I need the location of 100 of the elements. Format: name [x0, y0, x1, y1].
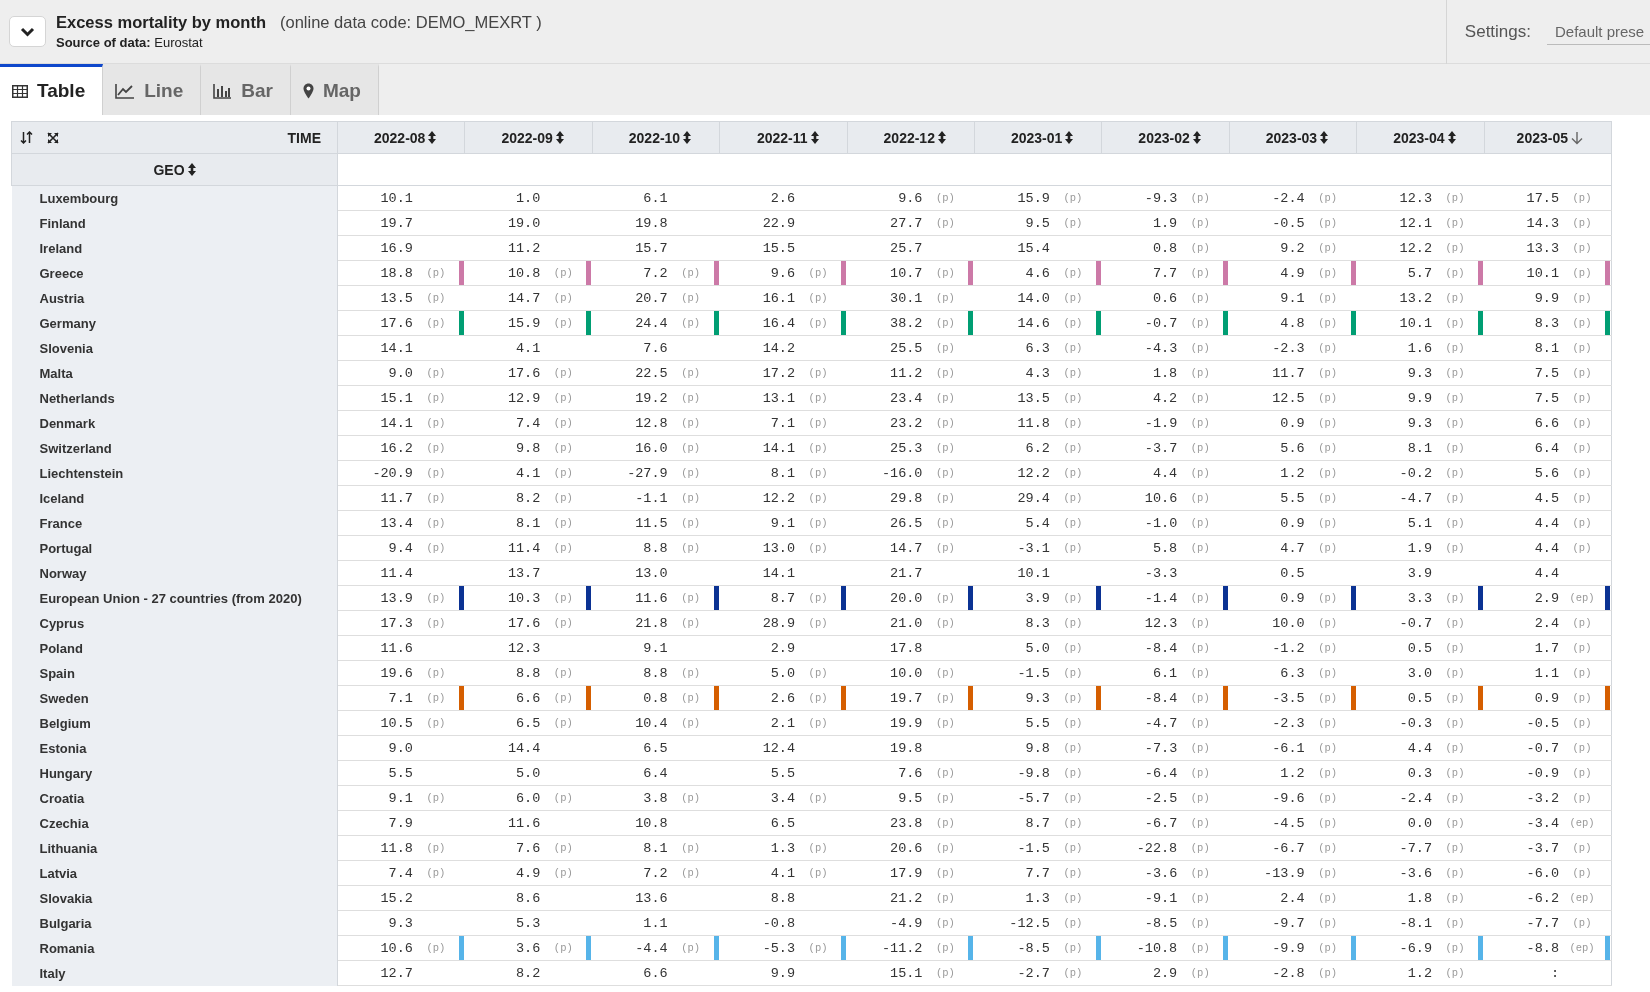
value-cell: 12.3 — [1144, 615, 1178, 631]
flag-note: (p) — [1445, 217, 1465, 229]
sort-icon[interactable] — [187, 163, 196, 176]
value-cell: 5.8 — [1152, 540, 1178, 556]
value-cell: 11.6 — [380, 640, 413, 656]
flag-note: (p) — [1190, 892, 1210, 904]
swap-axes-icon[interactable] — [20, 131, 33, 144]
value-cell: 5.1 — [1407, 515, 1432, 531]
geo-header[interactable]: GEO — [153, 161, 185, 178]
value-cell: -0.2 — [1399, 465, 1432, 481]
value-cell: 0.0 — [1407, 815, 1432, 831]
sort-icon[interactable] — [555, 131, 564, 144]
value-cell: 3.9 — [1025, 590, 1050, 606]
value-cell: 2.6 — [770, 190, 796, 206]
value-cell: -2.5 — [1144, 790, 1178, 806]
value-cell: 0.8 — [1152, 240, 1178, 256]
flag-note: (p) — [936, 942, 955, 954]
flag-note: (p) — [1190, 542, 1210, 554]
value-cell: 1.2 — [1280, 765, 1305, 781]
value-cell: 19.7 — [890, 690, 923, 706]
sort-descending-icon[interactable] — [1571, 130, 1583, 145]
value-cell: 19.2 — [635, 390, 668, 406]
country-label: Italy — [11, 960, 338, 986]
value-cell: 7.9 — [388, 815, 413, 831]
flag-note: (p) — [1572, 467, 1592, 479]
value-cell: 17.5 — [1526, 190, 1559, 206]
flag-note: (p) — [1190, 792, 1210, 804]
flag-note: (p) — [1063, 617, 1083, 629]
value-cell: 9.8 — [1025, 740, 1050, 756]
value-cell: 11.7 — [1272, 365, 1305, 381]
flag-note: (p) — [936, 542, 955, 554]
view-tab[interactable]: Line — [103, 64, 202, 115]
value-cell: 16.9 — [380, 240, 413, 256]
value-cell: 13.7 — [507, 565, 541, 581]
value-cell: -4.7 — [1399, 490, 1432, 506]
flag-note: (p) — [1445, 867, 1465, 879]
flag-note: (p) — [808, 467, 828, 479]
view-tab[interactable]: Table — [0, 64, 104, 115]
value-cell: -6.7 — [1144, 815, 1178, 831]
flag-note: (p) — [936, 467, 955, 479]
collapse-button[interactable] — [9, 16, 46, 47]
settings-dropdown[interactable]: Default prese — [1547, 18, 1650, 45]
sort-icon[interactable] — [683, 131, 692, 144]
country-label: Bulgaria — [11, 910, 338, 936]
value-cell: 5.0 — [1025, 640, 1050, 656]
flag-note: (p) — [1445, 317, 1465, 329]
value-cell: -9.7 — [1272, 915, 1305, 931]
value-cell: 2.4 — [1280, 890, 1305, 906]
sort-icon[interactable] — [428, 131, 437, 144]
sort-icon[interactable] — [1447, 131, 1456, 144]
sort-icon[interactable] — [1320, 131, 1329, 144]
country-label: Denmark — [11, 410, 338, 436]
country-label: Sweden — [11, 685, 338, 711]
flag-note: (p) — [553, 292, 573, 304]
value-cell: 16.2 — [380, 440, 413, 456]
sort-icon[interactable] — [1192, 131, 1201, 144]
value-cell: 6.6 — [1534, 415, 1559, 431]
value-cell: 9.3 — [1025, 690, 1050, 706]
value-cell: 1.1 — [643, 915, 668, 931]
value-cell: 5.0 — [770, 665, 796, 681]
flag-note: (p) — [1318, 867, 1338, 879]
flag-note: (p) — [553, 842, 573, 854]
value-cell: 13.3 — [1526, 240, 1559, 256]
value-cell: 14.6 — [1017, 315, 1050, 331]
country-label: Greece — [11, 260, 338, 286]
country-label: European Union - 27 countries (from 2020) — [11, 585, 338, 611]
value-cell: 4.1 — [770, 865, 796, 881]
value-cell: 10.1 — [1017, 565, 1050, 581]
value-cell: -6.0 — [1526, 865, 1559, 881]
value-cell: -2.4 — [1399, 790, 1432, 806]
value-cell: 12.3 — [1399, 190, 1432, 206]
sort-icon[interactable] — [1065, 131, 1074, 144]
value-cell: 17.6 — [380, 315, 413, 331]
value-cell: 5.5 — [1280, 490, 1305, 506]
value-cell: 4.4 — [1534, 515, 1559, 531]
sort-icon[interactable] — [937, 131, 946, 144]
view-tab[interactable]: Map — [290, 64, 379, 115]
flag-note: (p) — [936, 717, 955, 729]
flag-note: (p) — [1318, 667, 1338, 679]
flag-note: (p) — [1318, 267, 1338, 279]
flag-note: (p) — [1063, 192, 1083, 204]
value-cell: 25.5 — [890, 340, 923, 356]
view-tab[interactable]: Bar — [201, 64, 291, 115]
value-cell: -4.5 — [1272, 815, 1305, 831]
value-cell: -1.2 — [1272, 640, 1305, 656]
flag-note: (p) — [681, 617, 701, 629]
value-cell: -1.4 — [1144, 590, 1178, 606]
flag-note: (p) — [553, 867, 573, 879]
value-cell: 7.5 — [1534, 390, 1559, 406]
value-cell: 11.6 — [507, 815, 541, 831]
sort-icon[interactable] — [810, 131, 819, 144]
flag-note: (p) — [1572, 917, 1592, 929]
value-cell: 0.9 — [1280, 515, 1305, 531]
flag-note: (p) — [1318, 917, 1338, 929]
flag-note: (p) — [1190, 242, 1210, 254]
flag-note: (p) — [1572, 867, 1592, 879]
expand-icon[interactable] — [47, 131, 59, 144]
flag-note: (p) — [1190, 817, 1210, 829]
flag-note: (p) — [1572, 642, 1592, 654]
flag-note: (p) — [681, 792, 701, 804]
